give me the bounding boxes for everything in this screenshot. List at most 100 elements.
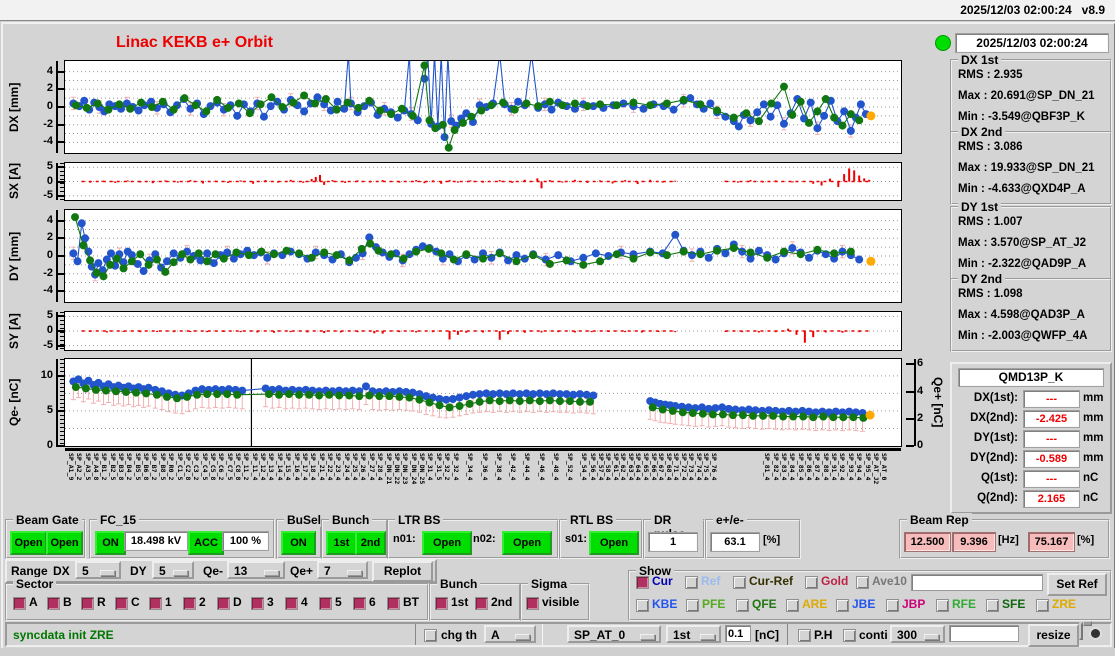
qe-tick-label: 5 bbox=[46, 403, 53, 416]
qe-right-tick-label: 4 bbox=[917, 384, 924, 397]
beam-gate-open1-button[interactable]: Open bbox=[10, 531, 47, 555]
sigma-visible-checkbox[interactable] bbox=[526, 597, 539, 610]
ltr-bs-label: LTR BS bbox=[395, 513, 444, 527]
stat-row: Min : -3.549@QBF3P_K bbox=[958, 111, 1085, 123]
show-kbe-checkbox[interactable] bbox=[636, 599, 649, 612]
show-jbp-checkbox[interactable] bbox=[886, 599, 899, 612]
sector-bt-checkbox[interactable] bbox=[387, 597, 400, 610]
tick-comb bbox=[60, 359, 64, 446]
ph-checkbox[interactable] bbox=[798, 629, 811, 642]
sy-tick-label: 0 bbox=[46, 324, 53, 336]
sector-b-checkbox[interactable] bbox=[47, 597, 60, 610]
range-qem-dropdown[interactable]: 13 bbox=[227, 561, 285, 579]
fc15-group: FC_15 ON 18.498 kV ACC 100 % bbox=[89, 513, 275, 559]
fc15-on-button[interactable]: ON bbox=[95, 531, 126, 555]
sector-d-checkbox[interactable] bbox=[217, 597, 230, 610]
show-jbe-checkbox[interactable] bbox=[836, 599, 849, 612]
extra-input[interactable] bbox=[949, 625, 1019, 642]
beam-gate-open2-button[interactable]: Open bbox=[46, 531, 83, 555]
sector-1-checkbox[interactable] bbox=[149, 597, 162, 610]
sy-tick-label: -5 bbox=[43, 338, 53, 351]
monitor-row-label: DX(2nd): bbox=[970, 412, 1018, 424]
x-axis-station-label: SP_26_4 bbox=[359, 453, 368, 481]
stat-row: Min : -4.633@QXD4P_A bbox=[958, 183, 1086, 195]
sp-at-dropdown[interactable]: SP_AT_0 bbox=[567, 625, 661, 643]
bunch-2nd-label: 2nd bbox=[491, 595, 513, 609]
set-ref-button[interactable]: Set Ref bbox=[1047, 573, 1107, 596]
show-cur-checkbox[interactable] bbox=[636, 576, 649, 589]
sector-4-checkbox[interactable] bbox=[285, 597, 298, 610]
x-axis-station-label: SP_C7_5 bbox=[225, 453, 234, 481]
count-dropdown[interactable]: 300 bbox=[890, 625, 945, 643]
ref-name-input[interactable] bbox=[911, 574, 1043, 591]
sy-tick bbox=[56, 315, 64, 318]
sector-c-checkbox[interactable] bbox=[115, 597, 128, 610]
show-ave10-checkbox[interactable] bbox=[856, 576, 869, 589]
qe-right-tick bbox=[906, 445, 914, 447]
replot-button[interactable]: Replot bbox=[372, 561, 433, 582]
x-axis-labels: SP_A1_9 SP_A2_2 SP_A3_5 SP_A4_8 SP_B1_2 SP_B2… bbox=[65, 452, 901, 516]
qe-axis-title: Qe- [nC] bbox=[7, 378, 21, 427]
monitor-row-label: Q(1st): bbox=[980, 472, 1018, 484]
range-dy-dropdown[interactable]: 5 bbox=[152, 561, 194, 579]
sector-3-checkbox[interactable] bbox=[251, 597, 264, 610]
show-are-checkbox[interactable] bbox=[786, 599, 799, 612]
x-axis-station-label: SP_C8_8 bbox=[234, 453, 243, 481]
show-pfe-checkbox[interactable] bbox=[686, 599, 699, 612]
ltr-n02-open-button[interactable]: Open bbox=[502, 531, 552, 555]
show-gold-checkbox[interactable] bbox=[805, 576, 818, 589]
range-dx-dropdown[interactable]: 5 bbox=[75, 561, 121, 579]
bunch-1st-button[interactable]: 1st bbox=[326, 531, 357, 555]
x-axis-station-label: SP_AT_0 bbox=[880, 453, 889, 481]
camera-icon[interactable] bbox=[1079, 622, 1083, 640]
range-qem-value: 13 bbox=[234, 564, 248, 578]
bunch-sel-value: 1st bbox=[673, 628, 691, 642]
show-cur-ref-checkbox[interactable] bbox=[733, 576, 746, 589]
sector-5-checkbox[interactable] bbox=[319, 597, 332, 610]
show-ref-checkbox[interactable] bbox=[685, 576, 698, 589]
sector-6-checkbox[interactable] bbox=[353, 597, 366, 610]
rtl-bs-group: RTL BS s01: Open bbox=[559, 513, 643, 559]
x-axis-station-label: SP_65_4 bbox=[642, 453, 651, 481]
conti-checkbox[interactable] bbox=[843, 629, 856, 642]
beam-gate-group: Beam Gate Open Open bbox=[5, 513, 86, 559]
show-rfe-checkbox[interactable] bbox=[936, 599, 949, 612]
dr-pulse-group: DR pulse 1 bbox=[643, 513, 705, 559]
x-axis-station-label: SP_11_2 bbox=[242, 453, 251, 481]
dropdown-dash-icon bbox=[264, 570, 279, 576]
sector-r-checkbox[interactable] bbox=[81, 597, 94, 610]
sector-bt-label: BT bbox=[403, 595, 419, 609]
sector-2-checkbox[interactable] bbox=[183, 597, 196, 610]
x-axis-station-label: SP_85_4 bbox=[796, 453, 805, 481]
busel-on-button[interactable]: ON bbox=[281, 531, 316, 555]
resize-button[interactable]: resize bbox=[1028, 624, 1079, 647]
sector-a-checkbox[interactable] bbox=[13, 597, 26, 610]
range-qep-dropdown[interactable]: 7 bbox=[317, 561, 368, 579]
fc15-acc-button[interactable]: ACC bbox=[188, 531, 224, 555]
x-axis-station-label: SP_91_4 bbox=[830, 453, 839, 481]
ltr-n01-open-button[interactable]: Open bbox=[422, 531, 472, 555]
show-zre-checkbox[interactable] bbox=[1036, 599, 1049, 612]
show-sfe-checkbox[interactable] bbox=[986, 599, 999, 612]
x-axis-station-label: SP_DN_23 bbox=[401, 453, 410, 485]
bunch-2nd-button[interactable]: 2nd bbox=[355, 531, 386, 555]
chg-th-checkbox[interactable] bbox=[424, 629, 437, 642]
bunch-1st-checkbox[interactable] bbox=[435, 597, 448, 610]
dropdown-dash-icon bbox=[700, 634, 715, 640]
show-qfe-checkbox[interactable] bbox=[736, 599, 749, 612]
dx-tick-label: -2 bbox=[43, 117, 53, 130]
stat-row: RMS : 1.007 bbox=[958, 216, 1023, 228]
show-sfe-label: SFE bbox=[1002, 597, 1026, 611]
sy-axis-title: SY [A] bbox=[7, 313, 21, 349]
bunch-2nd-checkbox[interactable] bbox=[475, 597, 488, 610]
sector-a-dropdown[interactable]: A bbox=[484, 625, 536, 643]
threshold-input[interactable] bbox=[725, 625, 751, 642]
rtl-s01-open-button[interactable]: Open bbox=[589, 531, 639, 555]
bunch-sel-dropdown[interactable]: 1st bbox=[666, 625, 721, 643]
x-axis-station-label: SP_16_4 bbox=[292, 453, 301, 481]
qe-right-tick-label: 0 bbox=[917, 439, 924, 451]
stat-row: RMS : 2.935 bbox=[958, 69, 1023, 81]
x-axis-station-label: SP_54_4 bbox=[580, 453, 589, 481]
monitor-row-value: --- bbox=[1023, 390, 1080, 408]
beam-rep-group: Beam Rep 12.500 9.396 [Hz] 75.167 [%] bbox=[899, 513, 1110, 559]
